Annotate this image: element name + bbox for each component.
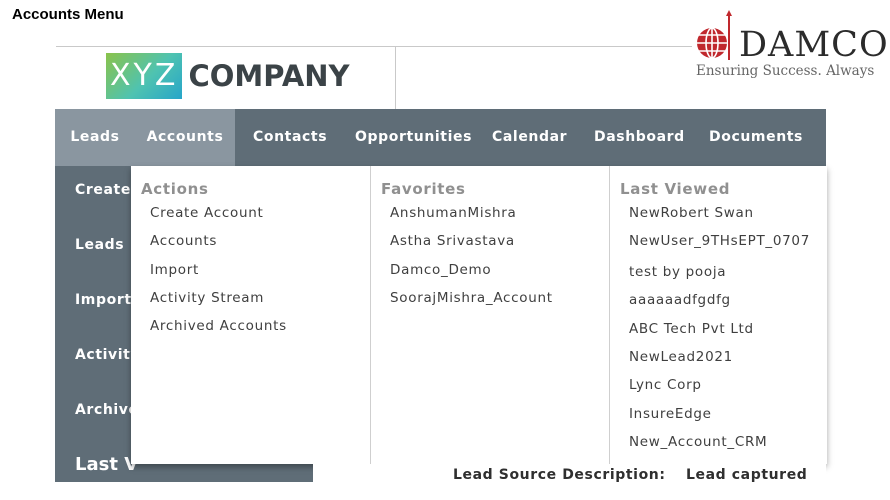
- main-nav: Leads Accounts Contacts Opportunities Ca…: [55, 109, 826, 166]
- nav-dashboard[interactable]: Dashboard: [594, 109, 685, 166]
- damco-globe-icon: [697, 10, 732, 60]
- menu-link-archived-accounts[interactable]: Archived Accounts: [150, 318, 287, 334]
- favorite-link[interactable]: Astha Srivastava: [390, 233, 515, 249]
- favorites-column: Favorites AnshumanMishra Astha Srivastav…: [371, 166, 610, 464]
- favorites-heading: Favorites: [381, 180, 466, 198]
- recent-link[interactable]: NewUser_9THsEPT_0707: [629, 233, 810, 249]
- recent-link[interactable]: ABC Tech Pvt Ltd: [629, 321, 754, 337]
- favorite-link[interactable]: SoorajMishra_Account: [390, 290, 553, 306]
- sidebar-item-archive[interactable]: Archive: [75, 402, 139, 418]
- recent-link[interactable]: NewRobert Swan: [629, 205, 754, 221]
- lead-source-description-value: Lead captured: [686, 467, 808, 483]
- actions-heading: Actions: [141, 180, 209, 198]
- slide-title: Accounts Menu: [12, 6, 124, 23]
- damco-wordmark: DAMCO: [739, 25, 889, 65]
- recent-link[interactable]: InsureEdge: [629, 406, 712, 422]
- header-divider: [56, 46, 692, 47]
- menu-link-activity-stream[interactable]: Activity Stream: [150, 290, 264, 306]
- xyz-logo-wordmark: COMPANY: [188, 59, 350, 93]
- sidebar-last-viewed-heading: Last V: [75, 454, 139, 475]
- nav-documents[interactable]: Documents: [709, 109, 803, 166]
- xyz-company-logo: XYZ COMPANY: [106, 53, 350, 99]
- logo-divider: [395, 47, 396, 109]
- nav-opportunities[interactable]: Opportunities: [355, 109, 472, 166]
- damco-logo: DAMCO Ensuring Success. Always: [695, 8, 888, 79]
- lead-source-description-label: Lead Source Description:: [453, 467, 666, 483]
- menu-link-accounts[interactable]: Accounts: [150, 233, 217, 249]
- recent-link[interactable]: NewLead2021: [629, 349, 733, 365]
- favorite-link[interactable]: Damco_Demo: [390, 262, 491, 278]
- recent-link[interactable]: test by pooja: [629, 264, 726, 280]
- last-viewed-column: Last Viewed NewRobert Swan NewUser_9THsE…: [610, 166, 827, 464]
- last-viewed-heading: Last Viewed: [620, 180, 731, 198]
- sidebar-item-leads[interactable]: Leads: [75, 237, 124, 253]
- menu-link-create-account[interactable]: Create Account: [150, 205, 263, 221]
- menu-link-import[interactable]: Import: [150, 262, 199, 278]
- recent-link[interactable]: aaaaaadfgdfg: [629, 292, 731, 308]
- recent-link[interactable]: Lync Corp: [629, 377, 702, 393]
- actions-column: Actions Create Account Accounts Import A…: [131, 166, 371, 464]
- nav-contacts[interactable]: Contacts: [253, 109, 327, 166]
- sidebar-item-import[interactable]: Import: [75, 292, 132, 308]
- favorite-link[interactable]: AnshumanMishra: [390, 205, 517, 221]
- nav-accounts[interactable]: Accounts: [135, 109, 235, 166]
- accounts-dropdown-menu: Actions Create Account Accounts Import A…: [131, 166, 827, 464]
- nav-calendar[interactable]: Calendar: [492, 109, 567, 166]
- nav-leads[interactable]: Leads: [55, 109, 135, 166]
- xyz-logo-mark: XYZ: [106, 53, 183, 99]
- recent-link[interactable]: New_Account_CRM: [629, 434, 767, 450]
- damco-tagline: Ensuring Success. Always: [696, 63, 875, 79]
